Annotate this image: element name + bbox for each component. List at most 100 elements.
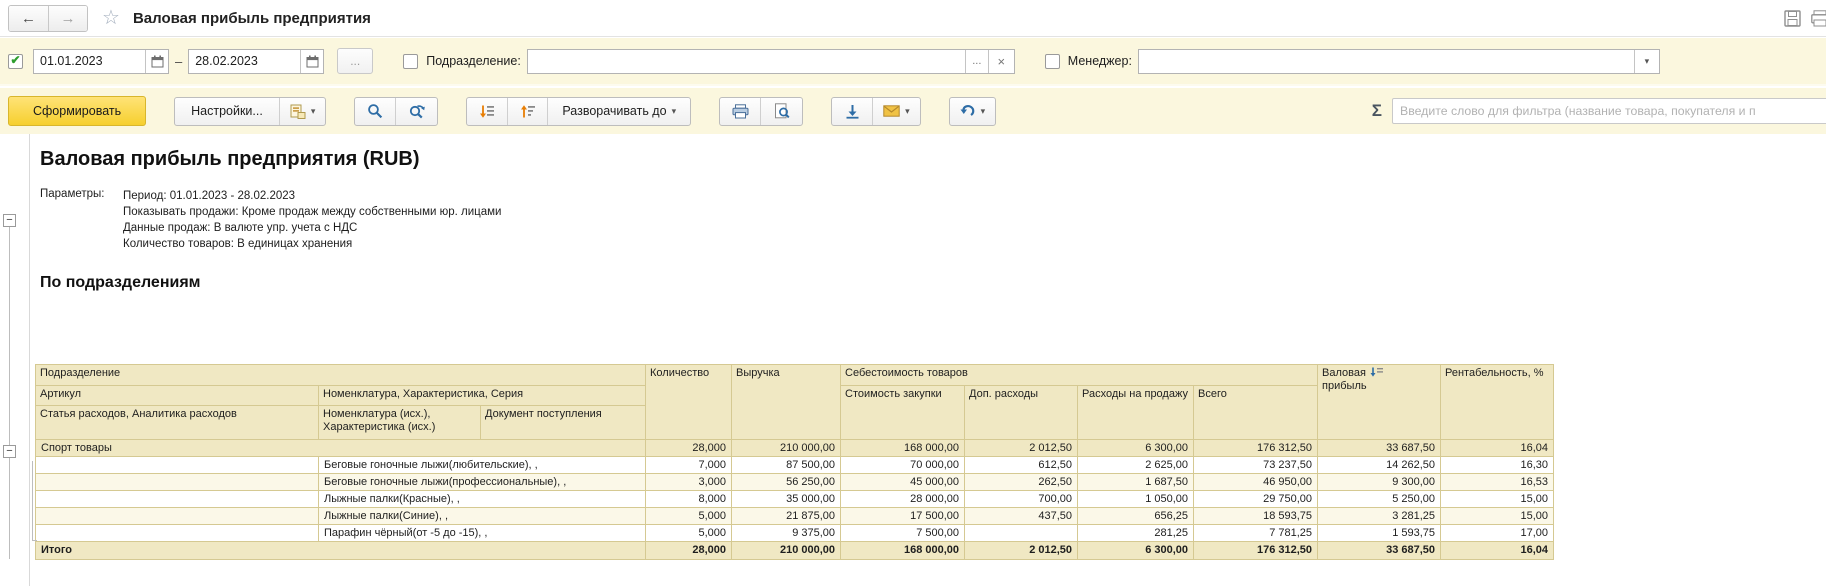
margin-cell[interactable]: 16,04 (1441, 542, 1554, 560)
collapse-rows-button[interactable] (507, 98, 547, 125)
gross-profit-cell[interactable]: 5 250,00 (1318, 491, 1441, 508)
total-cell[interactable]: 18 593,75 (1194, 508, 1318, 525)
purchase-cost-cell[interactable]: 45 000,00 (841, 474, 965, 491)
period-more-button[interactable]: ... (337, 48, 373, 74)
sales-expenses-cell[interactable]: 1 687,50 (1078, 474, 1194, 491)
table-filter-input[interactable] (1392, 98, 1826, 124)
expand-rows-button[interactable] (467, 98, 507, 125)
header-add-expenses[interactable]: Доп. расходы (965, 386, 1078, 440)
department-more-button[interactable]: ... (965, 50, 988, 73)
quantity-cell[interactable]: 7,000 (646, 457, 732, 474)
purchase-cost-cell[interactable]: 168 000,00 (841, 542, 965, 560)
purchase-cost-cell[interactable]: 28 000,00 (841, 491, 965, 508)
gross-profit-cell[interactable]: 33 687,50 (1318, 542, 1441, 560)
add-expenses-cell[interactable] (965, 525, 1078, 542)
department-clear-button[interactable]: × (988, 50, 1014, 73)
revenue-cell[interactable]: 210 000,00 (732, 542, 841, 560)
add-expenses-cell[interactable]: 262,50 (965, 474, 1078, 491)
sigma-totals-button[interactable]: Σ (1372, 101, 1382, 121)
period-checkbox[interactable]: ✔ (8, 54, 23, 69)
collapse-group-button[interactable]: − (3, 445, 16, 458)
purchase-cost-cell[interactable]: 168 000,00 (841, 440, 965, 457)
period-to-calendar-button[interactable] (300, 50, 323, 73)
artikul-cell[interactable] (36, 525, 319, 542)
quantity-cell[interactable]: 5,000 (646, 508, 732, 525)
margin-cell[interactable]: 15,00 (1441, 508, 1554, 525)
revenue-cell[interactable]: 87 500,00 (732, 457, 841, 474)
total-cell[interactable]: 7 781,25 (1194, 525, 1318, 542)
purchase-cost-cell[interactable]: 7 500,00 (841, 525, 965, 542)
sales-expenses-cell[interactable]: 6 300,00 (1078, 440, 1194, 457)
sales-expenses-cell[interactable]: 281,25 (1078, 525, 1194, 542)
header-quantity[interactable]: Количество (646, 365, 732, 440)
header-gross-profit[interactable]: Валовая прибыль (1318, 365, 1441, 440)
quantity-cell[interactable]: 5,000 (646, 525, 732, 542)
total-cell[interactable]: 73 237,50 (1194, 457, 1318, 474)
total-cell[interactable]: 29 750,00 (1194, 491, 1318, 508)
artikul-cell[interactable] (36, 474, 319, 491)
header-purchase-cost[interactable]: Стоимость закупки (841, 386, 965, 440)
quantity-cell[interactable]: 3,000 (646, 474, 732, 491)
sales-expenses-cell[interactable]: 2 625,00 (1078, 457, 1194, 474)
sort-descending-icon[interactable] (1370, 367, 1384, 377)
add-expenses-cell[interactable]: 700,00 (965, 491, 1078, 508)
quantity-cell[interactable]: 28,000 (646, 440, 732, 457)
margin-cell[interactable]: 15,00 (1441, 491, 1554, 508)
sales-expenses-cell[interactable]: 1 050,00 (1078, 491, 1194, 508)
artikul-cell[interactable] (36, 457, 319, 474)
favorite-star-icon[interactable]: ☆ (102, 8, 120, 28)
header-margin[interactable]: Рентабельность, % (1441, 365, 1554, 440)
nomenclature-cell[interactable]: Лыжные палки(Красные), , (319, 491, 646, 508)
search-button[interactable] (355, 98, 395, 125)
undo-button[interactable]: ▾ (950, 98, 996, 125)
gross-profit-cell[interactable]: 1 593,75 (1318, 525, 1441, 542)
email-button[interactable]: ▾ (872, 98, 920, 125)
print-titlebar-button[interactable] (1811, 10, 1826, 27)
add-expenses-cell[interactable]: 2 012,50 (965, 440, 1078, 457)
artikul-cell[interactable] (36, 491, 319, 508)
header-nomenclature[interactable]: Номенклатура, Характеристика, Серия (319, 386, 646, 406)
gross-profit-cell[interactable]: 33 687,50 (1318, 440, 1441, 457)
margin-cell[interactable]: 16,53 (1441, 474, 1554, 491)
back-button[interactable]: ← (9, 6, 48, 31)
group-name-cell[interactable]: Итого (36, 542, 646, 560)
expand-to-button[interactable]: Разворачивать до ▾ (547, 98, 690, 125)
gross-profit-cell[interactable]: 14 262,50 (1318, 457, 1441, 474)
quantity-cell[interactable]: 28,000 (646, 542, 732, 560)
print-button[interactable] (720, 98, 760, 125)
report-variants-button[interactable]: ▾ (279, 98, 326, 125)
sales-expenses-cell[interactable]: 6 300,00 (1078, 542, 1194, 560)
forward-button[interactable]: → (48, 6, 87, 31)
add-expenses-cell[interactable]: 437,50 (965, 508, 1078, 525)
nomenclature-cell[interactable]: Беговые гоночные лыжи(профессиональные),… (319, 474, 646, 491)
find-next-button[interactable] (395, 98, 437, 125)
purchase-cost-cell[interactable]: 17 500,00 (841, 508, 965, 525)
revenue-cell[interactable]: 56 250,00 (732, 474, 841, 491)
manager-dropdown-button[interactable]: ▾ (1634, 50, 1659, 73)
header-receipt-doc[interactable]: Документ поступления (481, 406, 646, 440)
margin-cell[interactable]: 16,30 (1441, 457, 1554, 474)
collapse-report-button[interactable]: − (3, 214, 16, 227)
revenue-cell[interactable]: 9 375,00 (732, 525, 841, 542)
manager-input[interactable] (1139, 50, 1634, 73)
manager-checkbox[interactable] (1045, 54, 1060, 69)
quantity-cell[interactable]: 8,000 (646, 491, 732, 508)
header-expense-item[interactable]: Статья расходов, Аналитика расходов (36, 406, 319, 440)
group-name-cell[interactable]: Спорт товары (36, 440, 646, 457)
header-total[interactable]: Всего (1194, 386, 1318, 440)
sales-expenses-cell[interactable]: 656,25 (1078, 508, 1194, 525)
period-to-input[interactable] (189, 50, 300, 73)
header-artikul[interactable]: Артикул (36, 386, 319, 406)
header-podrazdelenie[interactable]: Подразделение (36, 365, 646, 386)
settings-button[interactable]: Настройки... (175, 98, 279, 125)
gross-profit-cell[interactable]: 9 300,00 (1318, 474, 1441, 491)
header-nomenclature-src[interactable]: Номенклатура (исх.), Характеристика (исх… (319, 406, 481, 440)
total-cell[interactable]: 46 950,00 (1194, 474, 1318, 491)
add-expenses-cell[interactable]: 2 012,50 (965, 542, 1078, 560)
header-sales-expenses[interactable]: Расходы на продажу (1078, 386, 1194, 440)
print-preview-button[interactable] (760, 98, 802, 125)
revenue-cell[interactable]: 210 000,00 (732, 440, 841, 457)
period-from-input[interactable] (34, 50, 145, 73)
revenue-cell[interactable]: 35 000,00 (732, 491, 841, 508)
period-from-calendar-button[interactable] (145, 50, 168, 73)
